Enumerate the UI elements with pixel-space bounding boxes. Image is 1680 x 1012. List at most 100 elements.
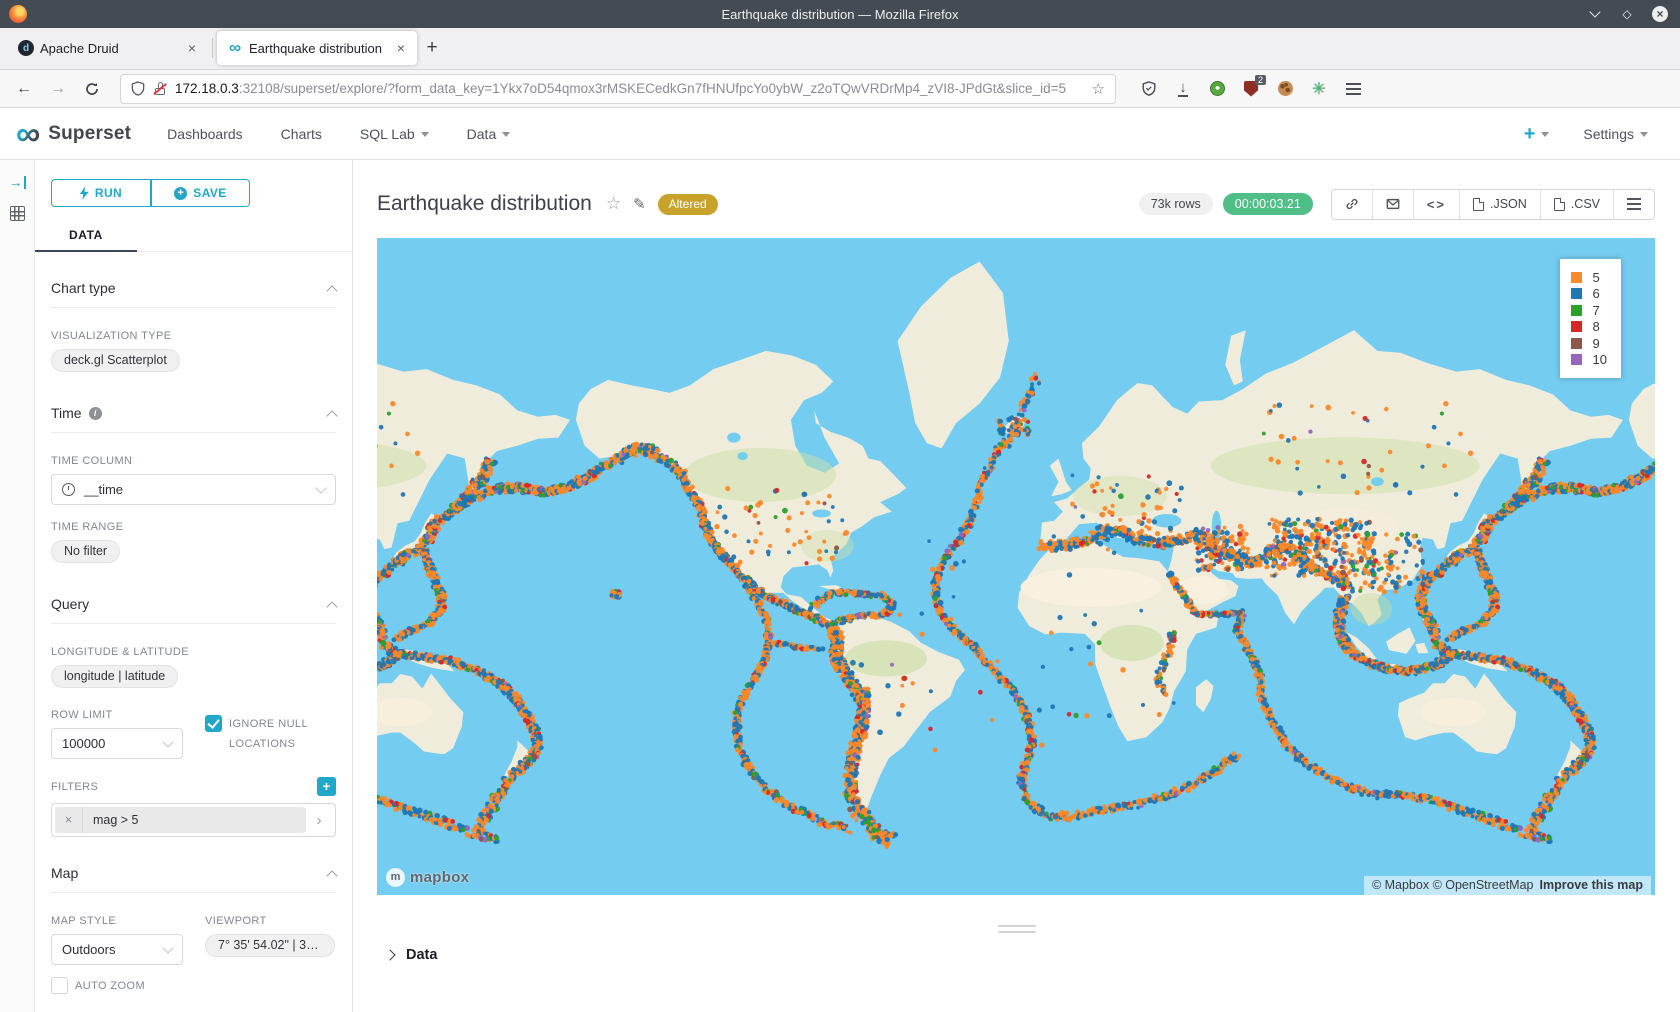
chevron-up-icon <box>326 285 337 296</box>
tab-close-icon[interactable]: × <box>186 40 198 56</box>
chevron-down-icon <box>162 736 173 747</box>
new-item-button[interactable]: + <box>1524 126 1550 142</box>
superset-logo[interactable]: ∞ Superset <box>16 120 131 148</box>
checkbox-checked-icon[interactable] <box>205 715 222 732</box>
legend-swatch <box>1571 272 1582 283</box>
map-attribution: © Mapbox © OpenStreetMap Improve this map <box>1364 876 1651 895</box>
nav-dashboards[interactable]: Dashboards <box>167 126 243 142</box>
bookmark-star-icon[interactable]: ☆ <box>1092 80 1105 98</box>
file-icon <box>1554 198 1565 211</box>
edit-properties-icon[interactable]: ✎ <box>633 195 646 213</box>
section-chart-type[interactable]: Chart type <box>51 280 336 308</box>
tab-label: Apache Druid <box>40 41 180 56</box>
menu-hamburger-icon[interactable] <box>1344 80 1362 98</box>
legend-swatch <box>1571 354 1582 365</box>
downloads-icon[interactable]: ↓ <box>1174 80 1192 98</box>
url-input[interactable]: 172.18.0.3:32108/superset/explore/?form_… <box>120 74 1116 104</box>
copy-link-button[interactable] <box>1332 190 1373 219</box>
extension-pinwheel-icon[interactable]: ✳ <box>1310 80 1328 98</box>
lonlat-pill[interactable]: longitude | latitude <box>51 665 178 688</box>
magnitude-legend: 5 6 7 8 9 10 <box>1560 259 1621 378</box>
new-tab-button[interactable]: + <box>417 33 447 63</box>
time-column-select[interactable]: __time <box>51 474 336 505</box>
export-json-button[interactable]: .JSON <box>1460 190 1541 219</box>
tab-close-icon[interactable]: × <box>395 40 407 56</box>
data-collapse-row[interactable]: Data <box>353 947 1680 963</box>
minimize-icon[interactable] <box>1588 7 1602 21</box>
nav-charts[interactable]: Charts <box>281 126 322 142</box>
chart-header: Earthquake distribution ☆ ✎ Altered 73k … <box>353 160 1680 238</box>
panel-drag-handle[interactable] <box>998 925 1036 933</box>
close-icon[interactable]: × <box>1652 6 1668 22</box>
export-csv-button[interactable]: .CSV <box>1541 190 1614 219</box>
tracking-shield-icon[interactable] <box>131 81 145 97</box>
forward-button[interactable]: → <box>44 75 72 103</box>
map-canvas[interactable] <box>377 238 1655 895</box>
back-button[interactable]: ← <box>10 75 38 103</box>
datasource-grid-icon[interactable] <box>10 206 25 221</box>
checkbox-empty-icon[interactable] <box>51 977 68 994</box>
improve-map-link[interactable]: Improve this map <box>1540 878 1644 892</box>
settings-menu[interactable]: Settings <box>1583 126 1648 142</box>
viz-type-pill[interactable]: deck.gl Scatterplot <box>51 349 180 372</box>
legend-item[interactable]: 6 <box>1571 286 1607 303</box>
run-button[interactable]: RUN <box>51 179 151 207</box>
filters-label: FILTERS <box>51 781 98 793</box>
auto-zoom-checkbox-row[interactable]: AUTO ZOOM <box>51 977 183 997</box>
map-style-select[interactable]: Outdoors <box>51 934 183 965</box>
tab-apache-druid[interactable]: d Apache Druid × <box>8 31 208 65</box>
chevron-down-icon <box>315 482 326 493</box>
tab-data[interactable]: DATA <box>35 221 137 251</box>
insecure-lock-icon[interactable] <box>153 81 167 97</box>
email-button[interactable] <box>1373 190 1414 219</box>
ignore-null-checkbox-row[interactable]: IGNORE NULL LOCATIONS <box>205 715 336 759</box>
embed-code-button[interactable]: <> <box>1414 190 1460 219</box>
extension-ublock-icon[interactable]: 2 <box>1242 80 1260 98</box>
attribution-text[interactable]: © Mapbox © OpenStreetMap <box>1372 878 1534 892</box>
legend-item[interactable]: 7 <box>1571 302 1607 319</box>
druid-favicon: d <box>18 40 34 56</box>
tab-label: Earthquake distribution <box>249 41 389 56</box>
explore-control-panel: RUN +SAVE DATA Chart type VISUALIZATION … <box>35 160 353 1012</box>
viewport-pill[interactable]: 7° 35' 54.02" | 31... <box>205 934 335 957</box>
add-filter-button[interactable]: + <box>317 777 336 796</box>
maximize-icon[interactable]: ◇ <box>1620 7 1634 21</box>
legend-item[interactable]: 5 <box>1571 269 1607 286</box>
url-text: 172.18.0.3:32108/superset/explore/?form_… <box>175 81 1084 96</box>
legend-item[interactable]: 9 <box>1571 335 1607 352</box>
protections-shield-icon[interactable] <box>1140 80 1158 98</box>
viewport-label: VIEWPORT <box>205 915 336 927</box>
chevron-up-icon <box>326 601 337 612</box>
chevron-right-icon[interactable]: › <box>306 812 332 829</box>
altered-badge[interactable]: Altered <box>658 194 718 215</box>
section-query[interactable]: Query <box>51 596 336 624</box>
filter-item[interactable]: × mag > 5 › <box>51 803 336 837</box>
row-limit-select[interactable]: 100000 <box>51 728 183 759</box>
extension-cookie-icon[interactable] <box>1276 80 1294 98</box>
chart-menu-button[interactable] <box>1614 190 1654 219</box>
nav-sql-lab[interactable]: SQL Lab <box>360 126 429 142</box>
legend-item[interactable]: 10 <box>1571 352 1607 369</box>
chart-content: Earthquake distribution ☆ ✎ Altered 73k … <box>353 160 1680 1012</box>
section-map[interactable]: Map <box>51 865 336 893</box>
query-timer-badge: 00:00:03.21 <box>1223 193 1313 215</box>
tab-earthquake-distribution[interactable]: ∞ Earthquake distribution × <box>217 31 417 65</box>
reload-button[interactable] <box>78 75 106 103</box>
section-time[interactable]: Timei <box>51 405 336 433</box>
favorite-star-icon[interactable]: ☆ <box>606 194 621 214</box>
extension-badge: 2 <box>1255 75 1266 85</box>
extension-green-icon[interactable] <box>1208 80 1226 98</box>
nav-data[interactable]: Data <box>467 126 511 142</box>
legend-item[interactable]: 8 <box>1571 319 1607 336</box>
chart-actions-group: <> .JSON .CSV <box>1331 189 1655 220</box>
save-button[interactable]: +SAVE <box>151 179 250 207</box>
legend-swatch <box>1571 338 1582 349</box>
bolt-icon <box>80 187 89 200</box>
remove-filter-icon[interactable]: × <box>55 807 83 833</box>
collapse-panel-icon[interactable]: → <box>9 174 26 190</box>
panel-tabs: DATA <box>35 221 352 252</box>
brand-name: Superset <box>48 123 131 145</box>
window-titlebar: Earthquake distribution — Mozilla Firefo… <box>0 0 1680 28</box>
mapbox-logo[interactable]: m mapbox <box>386 868 469 887</box>
time-range-pill[interactable]: No filter <box>51 540 120 563</box>
